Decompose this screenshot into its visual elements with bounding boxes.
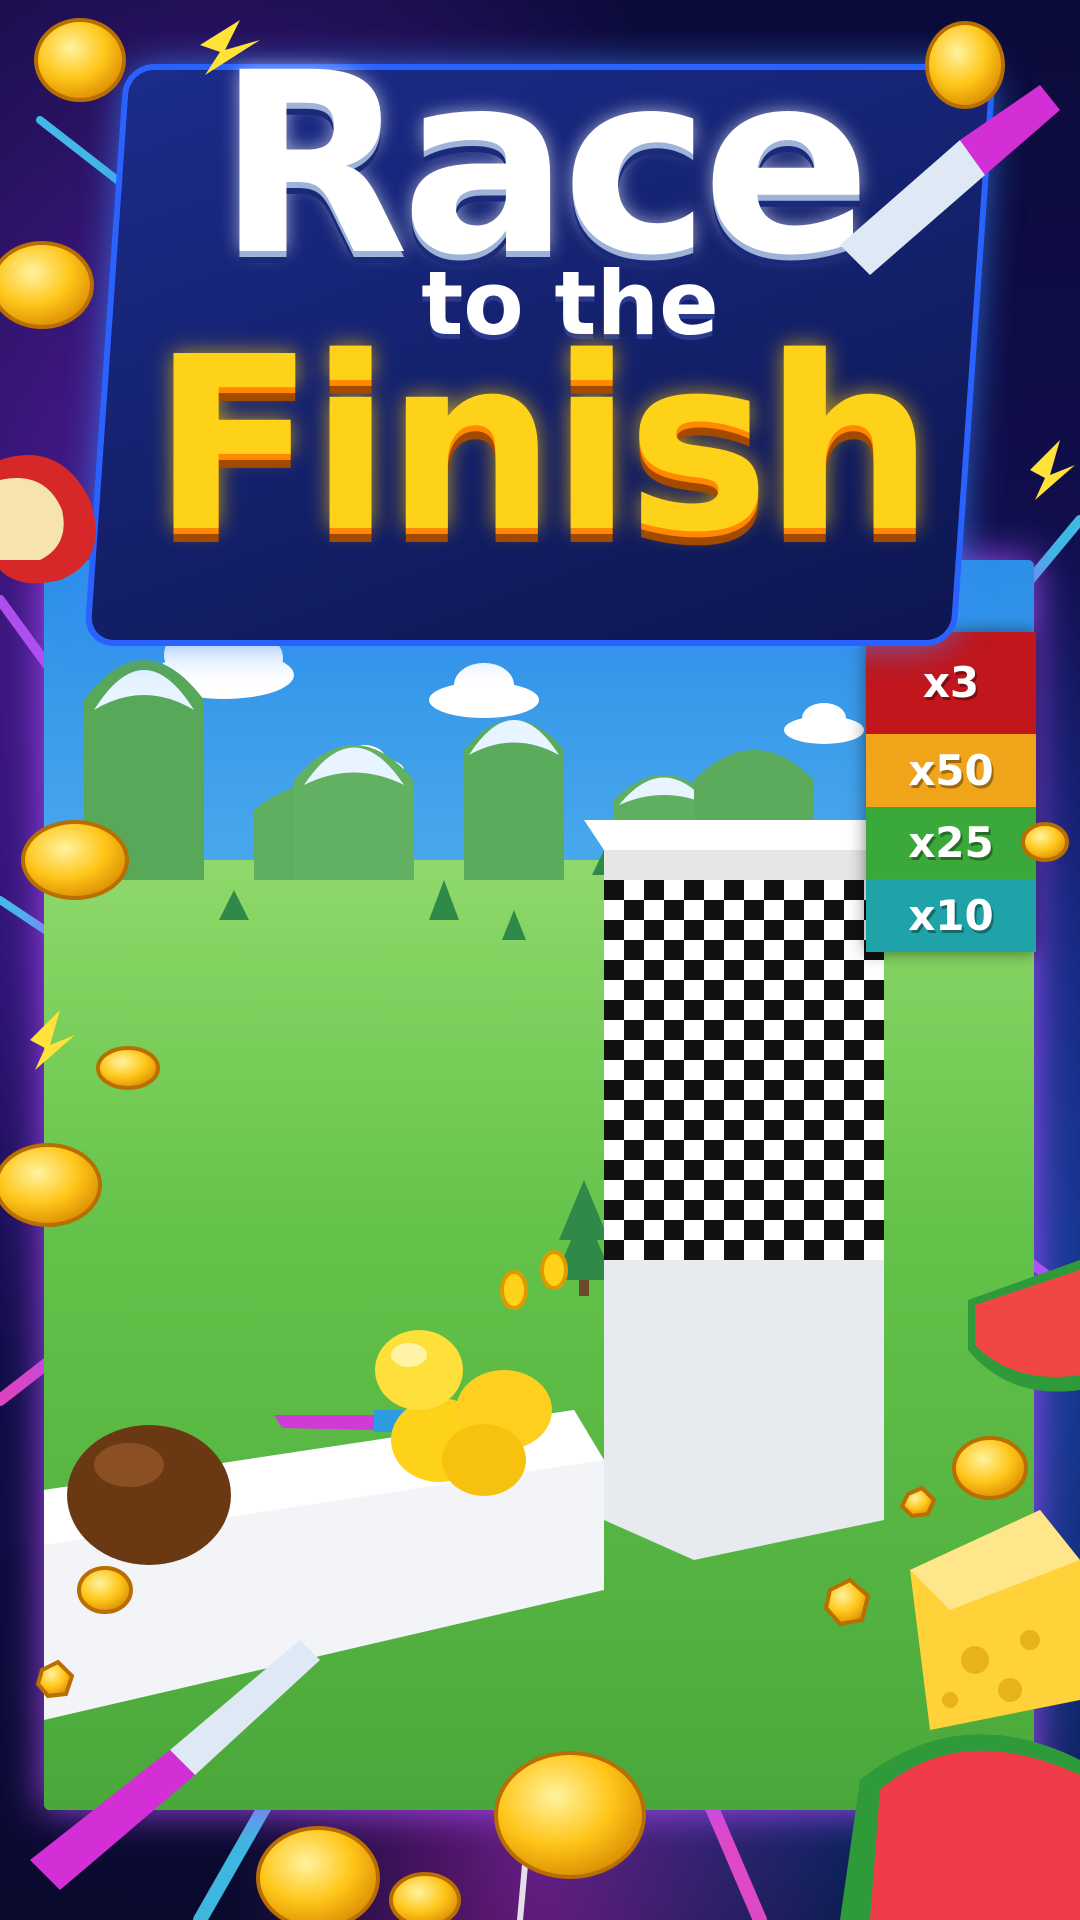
- multiplier-x10: x10: [866, 879, 1036, 953]
- coconut-icon: [67, 1425, 231, 1565]
- multiplier-x25: x25: [866, 806, 1036, 880]
- title-banner: Race to the Finish: [0, 0, 1080, 680]
- multiplier-board: x3 x50 x25 x10: [866, 632, 1036, 953]
- title-finish: Finish: [151, 305, 934, 585]
- checkered-finish-tower: [584, 820, 904, 1560]
- multiplier-x50: x50: [866, 733, 1036, 807]
- tree-icon: [219, 850, 616, 1296]
